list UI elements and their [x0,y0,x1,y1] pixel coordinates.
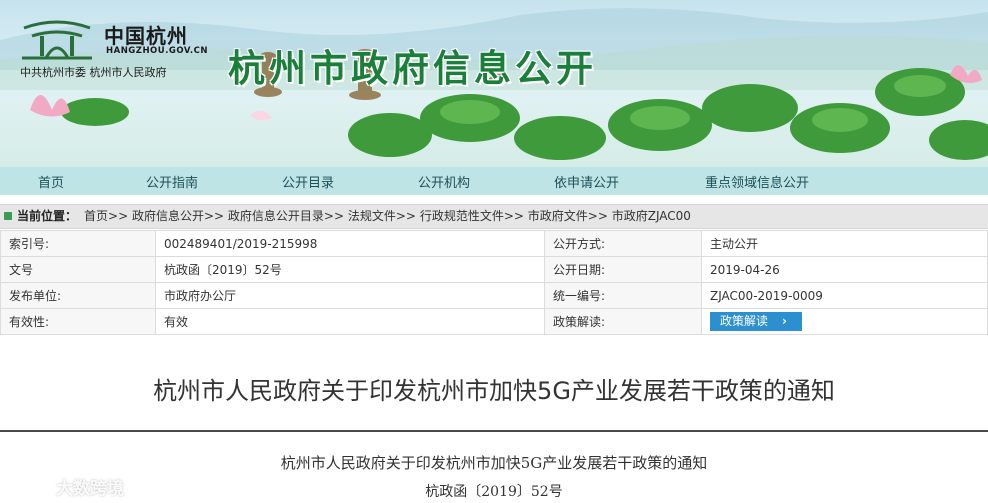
table-row: 索引号: 002489401/2019-215998 公开方式: 主动公开 [0,230,988,257]
breadcrumb-separator: >> [503,209,524,223]
breadcrumb-separator: >> [108,209,129,223]
nav-item-catalog[interactable]: 公开目录 [282,172,334,191]
site-logo[interactable]: 中国杭州 HANGZHOU.GOV.CN 中共杭州市委 杭州市人民政府 [14,18,214,80]
breadcrumb-separator: >> [203,209,225,223]
document-number: 杭政函〔2019〕52号 [425,484,563,500]
site-orgs: 中共杭州市委 杭州市人民政府 [20,66,167,79]
nav-item-key-areas[interactable]: 重点领域信息公开 [705,172,809,191]
policy-interpretation-cell: 政策解读 › [701,308,988,335]
policy-interpretation-button-label: 政策解读 [720,314,769,328]
breadcrumb-separator: >> [395,209,416,223]
document-subtitle: 杭州市人民政府关于印发杭州市加快5G产业发展若干政策的通知 [280,454,708,472]
validity-label: 有效性: [0,308,156,335]
watermark-text: 大数跨境 [56,479,124,499]
disclosure-method-value: 主动公开 [701,230,988,257]
unified-number-value: ZJAC00-2019-0009 [701,282,988,309]
breadcrumb-path: 首页>> 政府信息公开>> 政府信息公开目录>> 法规文件>> 行政规范性文件>… [84,205,691,228]
unified-number-label: 统一编号: [544,282,702,309]
index-number-value: 002489401/2019-215998 [155,230,545,257]
policy-interpretation-label: 政策解读: [544,308,702,335]
publish-date-value: 2019-04-26 [701,256,988,283]
index-number-label: 索引号: [0,230,156,257]
header-banner: 中国杭州 HANGZHOU.GOV.CN 中共杭州市委 杭州市人民政府 杭州市政… [0,0,988,167]
disclosure-method-label: 公开方式: [544,230,702,257]
nav-item-guide[interactable]: 公开指南 [146,172,198,191]
breadcrumb-item[interactable]: 首页 [84,209,108,223]
breadcrumb-item[interactable]: 法规文件 [348,209,396,223]
breadcrumb: 当前位置： 首页>> 政府信息公开>> 政府信息公开目录>> 法规文件>> 行政… [0,204,988,229]
location-icon [4,212,12,220]
breadcrumb-label: 当前位置： [17,209,78,223]
doc-number-value: 杭政函〔2019〕52号 [155,256,545,283]
breadcrumb-separator: >> [587,209,608,223]
document-title: 杭州市人民政府关于印发杭州市加快5G产业发展若干政策的通知 [153,377,835,405]
table-row: 文号 杭政函〔2019〕52号 公开日期: 2019-04-26 [0,256,988,283]
banner-title: 杭州市政府信息公开 [228,46,597,90]
pagoda-logo-icon [22,20,92,60]
nav-item-home[interactable]: 首页 [38,172,64,191]
breadcrumb-item[interactable]: 市政府文件 [528,209,588,223]
breadcrumb-separator: >> [323,209,345,223]
nav-item-agencies[interactable]: 公开机构 [418,172,470,191]
breadcrumb-item[interactable]: 政府信息公开 [132,209,204,223]
issuer-value: 市政府办公厅 [155,282,545,309]
policy-interpretation-button[interactable]: 政策解读 › [710,312,802,331]
divider [0,430,988,432]
breadcrumb-item[interactable]: 行政规范性文件 [420,209,504,223]
nav-item-apply[interactable]: 依申请公开 [554,172,619,191]
watermark-logo-icon [6,474,50,496]
validity-value: 有效 [155,308,545,335]
publish-date-label: 公开日期: [544,256,702,283]
breadcrumb-item[interactable]: 政府信息公开目录 [228,209,324,223]
main-nav: 首页 公开指南 公开目录 公开机构 依申请公开 重点领域信息公开 [0,167,988,195]
table-row: 发布单位: 市政府办公厅 统一编号: ZJAC00-2019-0009 [0,282,988,309]
breadcrumb-item-current: 市政府ZJAC00 [611,209,691,223]
site-name: 中国杭州 [104,24,188,48]
doc-number-label: 文号 [0,256,156,283]
issuer-label: 发布单位: [0,282,156,309]
chevron-right-icon: › [782,314,787,328]
site-domain: HANGZHOU.GOV.CN [106,46,208,56]
table-row: 有效性: 有效 政策解读: 政策解读 › [0,308,988,335]
document-info-table: 索引号: 002489401/2019-215998 公开方式: 主动公开 文号… [0,230,988,335]
